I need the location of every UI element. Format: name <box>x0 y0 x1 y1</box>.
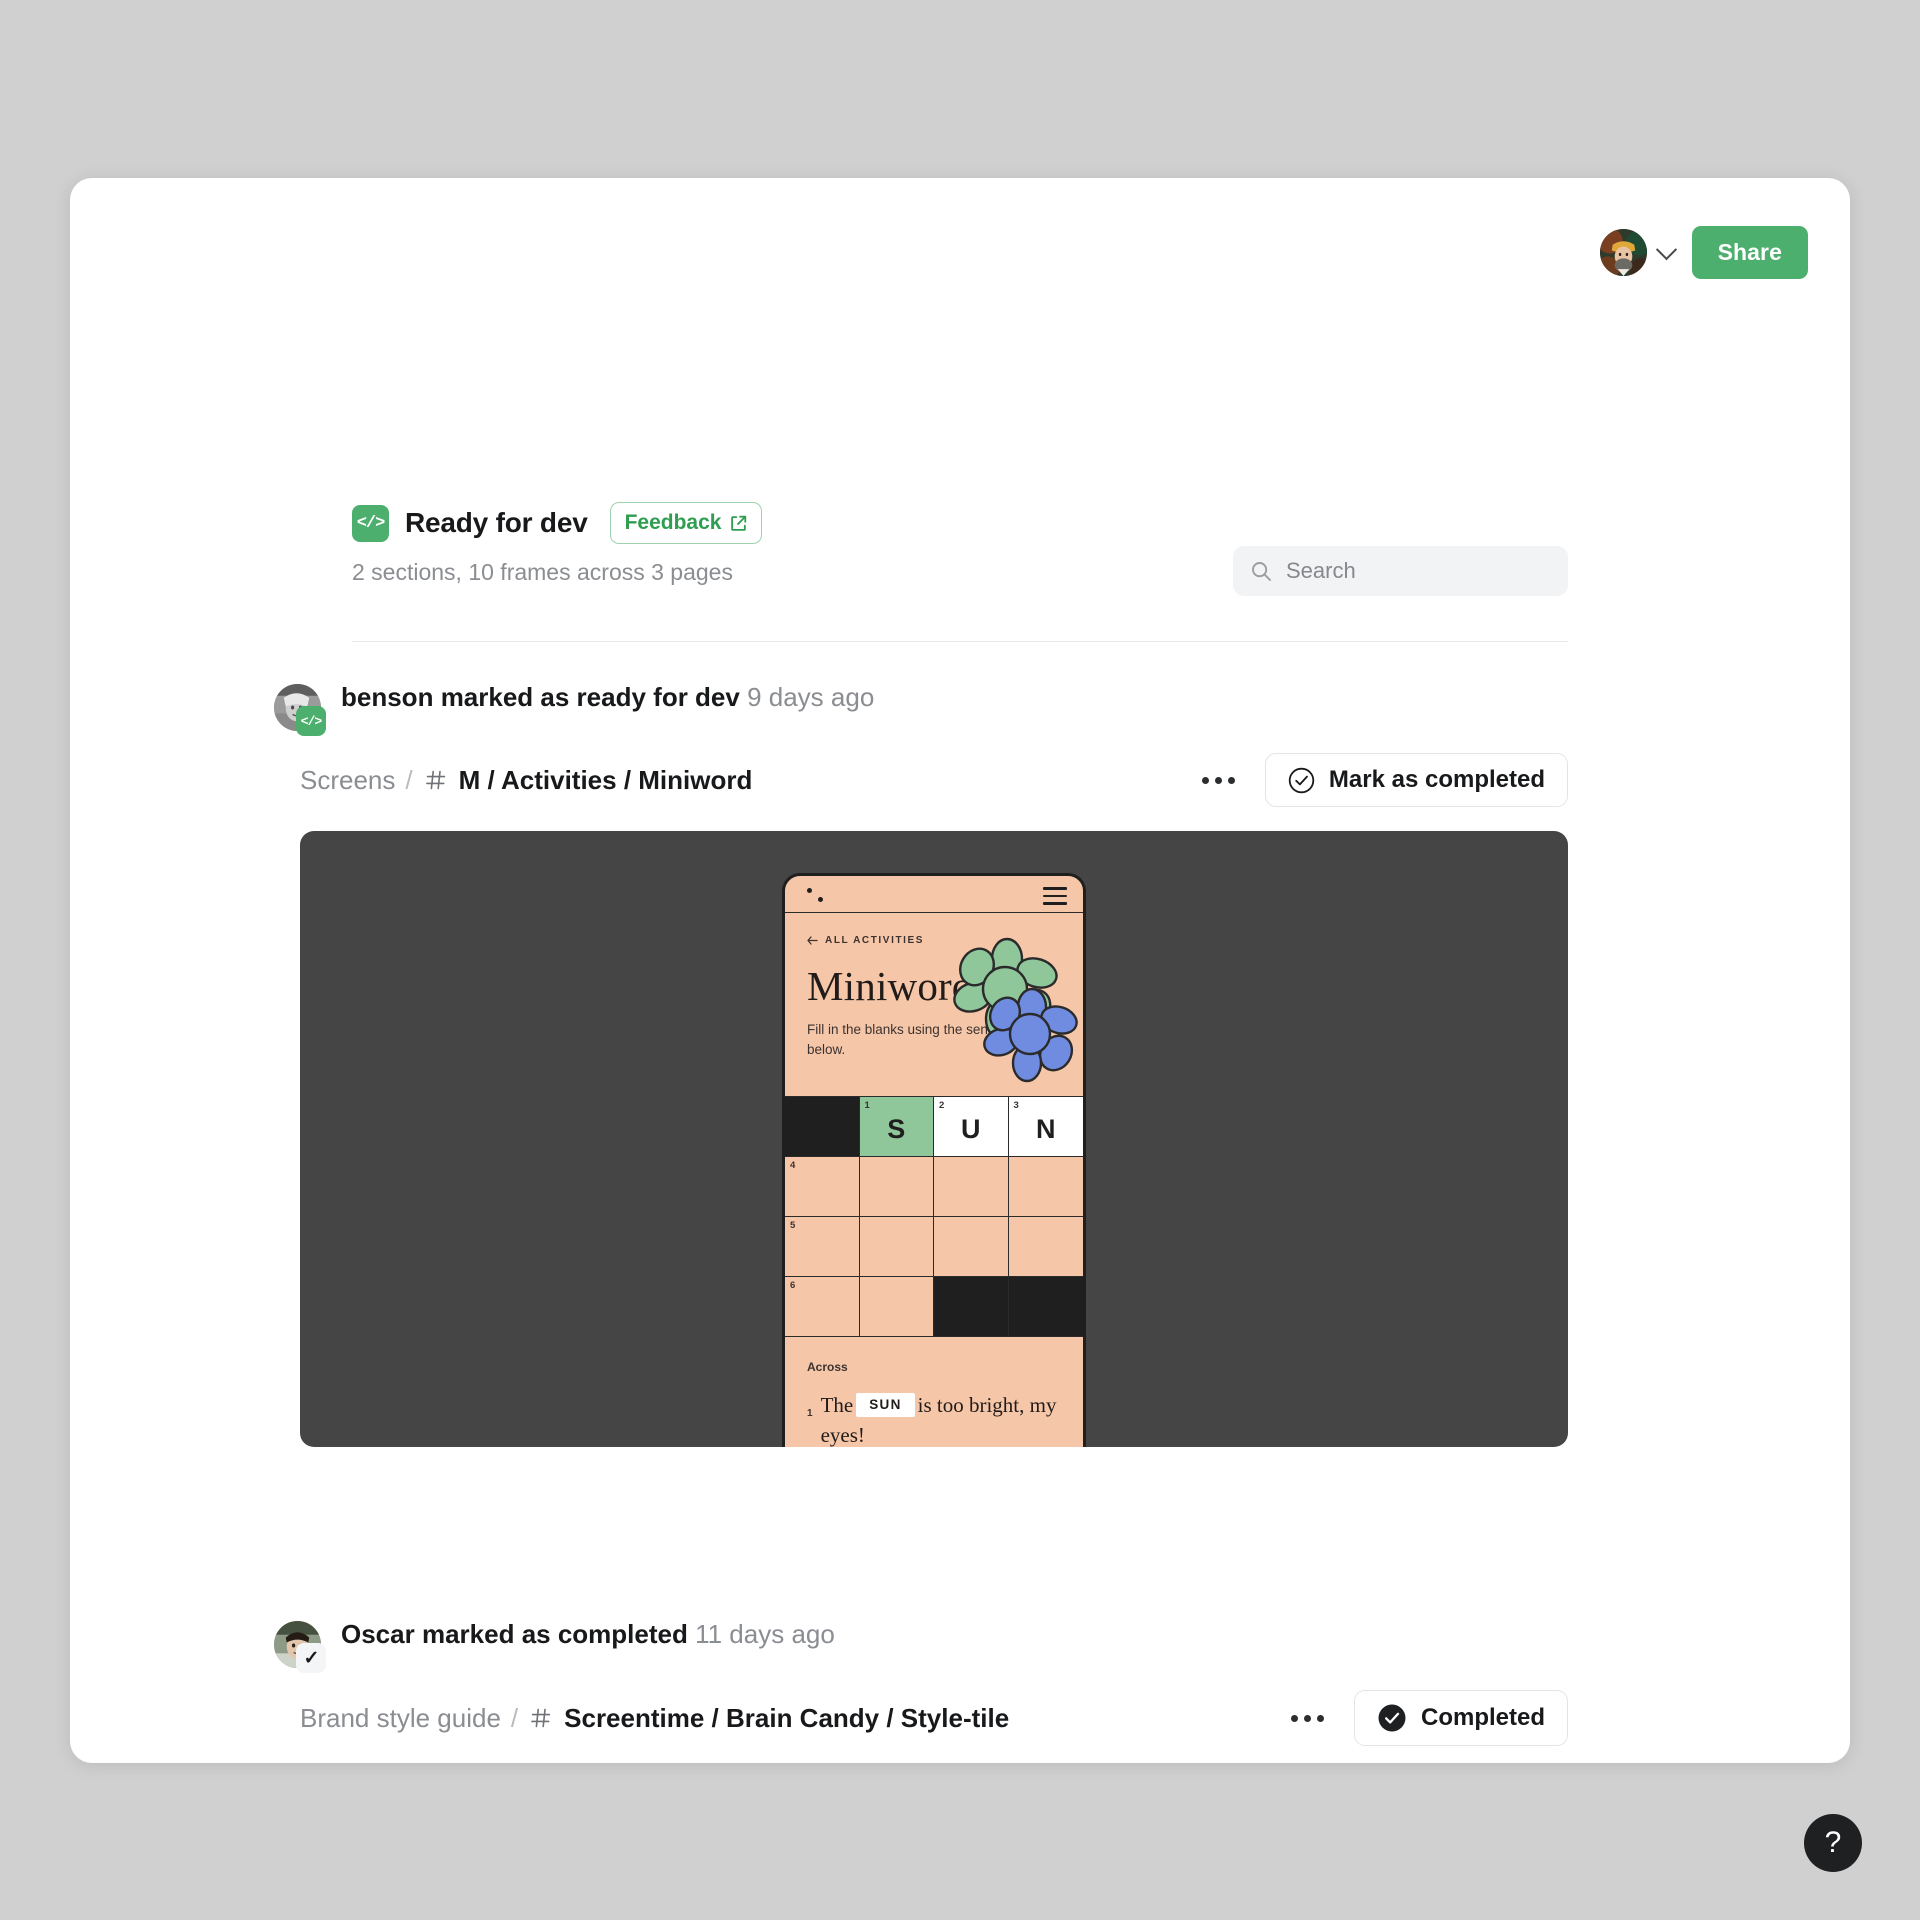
cell-number: 4 <box>790 1160 796 1171</box>
user-avatar[interactable] <box>1599 229 1647 276</box>
status-dot-1 <box>807 888 812 893</box>
post-author-name-2: Oscar <box>341 1619 415 1649</box>
cell-letter: N <box>1036 1113 1056 1144</box>
flower-blue-decoration <box>983 987 1081 1083</box>
phone-status-bar <box>785 876 1083 913</box>
search-input[interactable] <box>1286 558 1550 584</box>
breadcrumb-separator: / <box>405 764 413 795</box>
account-menu[interactable] <box>1599 229 1677 276</box>
clue-answer-blank[interactable]: SUN <box>856 1393 915 1417</box>
hamburger-menu-icon[interactable] <box>1043 887 1067 910</box>
check-circle-filled-icon <box>1378 1704 1406 1732</box>
crossword-cell <box>934 1277 1009 1336</box>
breadcrumb-path-1[interactable]: M / Activities / Miniword <box>459 765 753 796</box>
search-icon <box>1252 561 1271 581</box>
post-author-name-1: benson <box>341 682 434 712</box>
breadcrumb-project-2[interactable]: Brand style guide <box>300 1703 501 1734</box>
mark-as-completed-button[interactable]: Mark as completed <box>1264 753 1568 807</box>
crossword-row: 1 S 2 U 3 N <box>785 1097 1083 1157</box>
hash-icon <box>531 1708 551 1728</box>
post-actions-1: Mark as completed <box>1194 753 1568 807</box>
crossword-row: 4 <box>785 1157 1083 1217</box>
external-link-icon <box>731 515 747 531</box>
crossword-cell <box>1008 1277 1083 1336</box>
code-brackets-icon: </> <box>352 504 389 542</box>
header-divider <box>352 641 1568 642</box>
crossword-cell <box>785 1097 860 1156</box>
help-button[interactable]: ? <box>1804 1814 1862 1872</box>
post-timestamp-2: 11 days ago <box>695 1619 835 1649</box>
clue-item: 1 The SUN is too bright, my eyes! <box>807 1390 1061 1447</box>
post-headline-2: Oscar marked as completed 11 days ago <box>341 1618 835 1651</box>
avatar: </> <box>274 684 326 736</box>
crossword-cell[interactable]: 3 N <box>1008 1097 1083 1156</box>
post-actions-2: Completed <box>1283 1690 1568 1746</box>
breadcrumb-path-2[interactable]: Screentime / Brain Candy / Style-tile <box>564 1703 1009 1734</box>
crossword-cell[interactable] <box>860 1217 934 1276</box>
app-window: Share </> Ready for dev Feedback 2 secti… <box>70 178 1850 1763</box>
crossword-cell[interactable]: 1 S <box>859 1097 934 1156</box>
cell-number: 5 <box>790 1220 796 1231</box>
crossword-cell[interactable]: 4 <box>785 1157 860 1216</box>
share-button[interactable]: Share <box>1691 226 1808 279</box>
activity-post-2: ✓ Oscar marked as completed 11 days ago … <box>274 1618 1568 1763</box>
phone-body: ALL ACTIVITIES Miniword Fill in the blan… <box>785 935 1083 1083</box>
feedback-label: Feedback <box>624 511 722 534</box>
crossword-grid[interactable]: 1 S 2 U 3 N 4 5 6 <box>785 1096 1083 1337</box>
breadcrumb-2: Brand style guide / Screentime / Brain C… <box>300 1703 1009 1734</box>
crossword-row: 5 <box>785 1217 1083 1277</box>
crossword-cell[interactable]: 6 <box>785 1277 860 1336</box>
hash-icon <box>425 770 445 790</box>
completed-button[interactable]: Completed <box>1353 1690 1568 1746</box>
page-title: Ready for dev <box>405 507 588 538</box>
post-action-2: marked as completed <box>421 1619 688 1649</box>
chevron-down-icon[interactable] <box>1655 239 1677 261</box>
cell-number: 6 <box>790 1280 796 1291</box>
post-timestamp-1: 9 days ago <box>747 682 875 712</box>
clue-text: The SUN is too bright, my eyes! <box>821 1390 1061 1447</box>
status-badge-completed: ✓ <box>296 1643 326 1673</box>
cell-letter: S <box>887 1113 906 1144</box>
window-topbar: Share <box>1599 226 1808 279</box>
check-circle-outline-icon <box>1288 767 1315 793</box>
search-field[interactable] <box>1233 546 1568 596</box>
completed-label: Completed <box>1420 1704 1545 1731</box>
more-options-button-1[interactable] <box>1194 765 1243 796</box>
post-action-1: marked as ready for dev <box>440 682 740 712</box>
clue-number: 1 <box>807 1408 813 1419</box>
post-headline-1: benson marked as ready for dev 9 days ag… <box>341 681 874 714</box>
more-options-button-2[interactable] <box>1283 1703 1332 1734</box>
clue-text-before: The <box>820 1393 854 1417</box>
crossword-row: 6 <box>785 1277 1083 1337</box>
back-label: ALL ACTIVITIES <box>825 935 925 946</box>
status-dot-2 <box>818 897 823 902</box>
crossword-cell[interactable] <box>1009 1157 1084 1216</box>
avatar: ✓ <box>274 1621 326 1673</box>
status-badge-dev: </> <box>296 706 326 736</box>
miniword-phone-mockup: ALL ACTIVITIES Miniword Fill in the blan… <box>782 873 1086 1447</box>
breadcrumb-separator: / <box>510 1702 519 1733</box>
crossword-clues: Across 1 The SUN is too bright, my eyes! <box>785 1334 1083 1447</box>
crossword-cell[interactable]: 5 <box>785 1217 860 1276</box>
crossword-cell[interactable] <box>934 1157 1009 1216</box>
crossword-cell[interactable] <box>860 1277 934 1336</box>
post-preview-1[interactable]: ALL ACTIVITIES Miniword Fill in the blan… <box>300 831 1568 1447</box>
clues-heading: Across <box>807 1360 848 1374</box>
activity-post-1: </> benson marked as ready for dev 9 day… <box>274 681 1568 1447</box>
feedback-button[interactable]: Feedback <box>609 502 763 544</box>
crossword-cell[interactable] <box>1009 1217 1084 1276</box>
crossword-cell[interactable] <box>934 1217 1009 1276</box>
arrow-left-icon <box>807 936 818 945</box>
breadcrumb-1: Screens / M / Activities / Miniword <box>300 765 752 796</box>
breadcrumb-project-1[interactable]: Screens <box>300 765 395 796</box>
screenshot-root: Share </> Ready for dev Feedback 2 secti… <box>0 0 1920 1920</box>
mark-as-completed-label: Mark as completed <box>1328 766 1545 793</box>
cell-letter: U <box>961 1113 981 1144</box>
crossword-cell[interactable]: 2 U <box>934 1097 1009 1156</box>
crossword-cell[interactable] <box>860 1157 934 1216</box>
